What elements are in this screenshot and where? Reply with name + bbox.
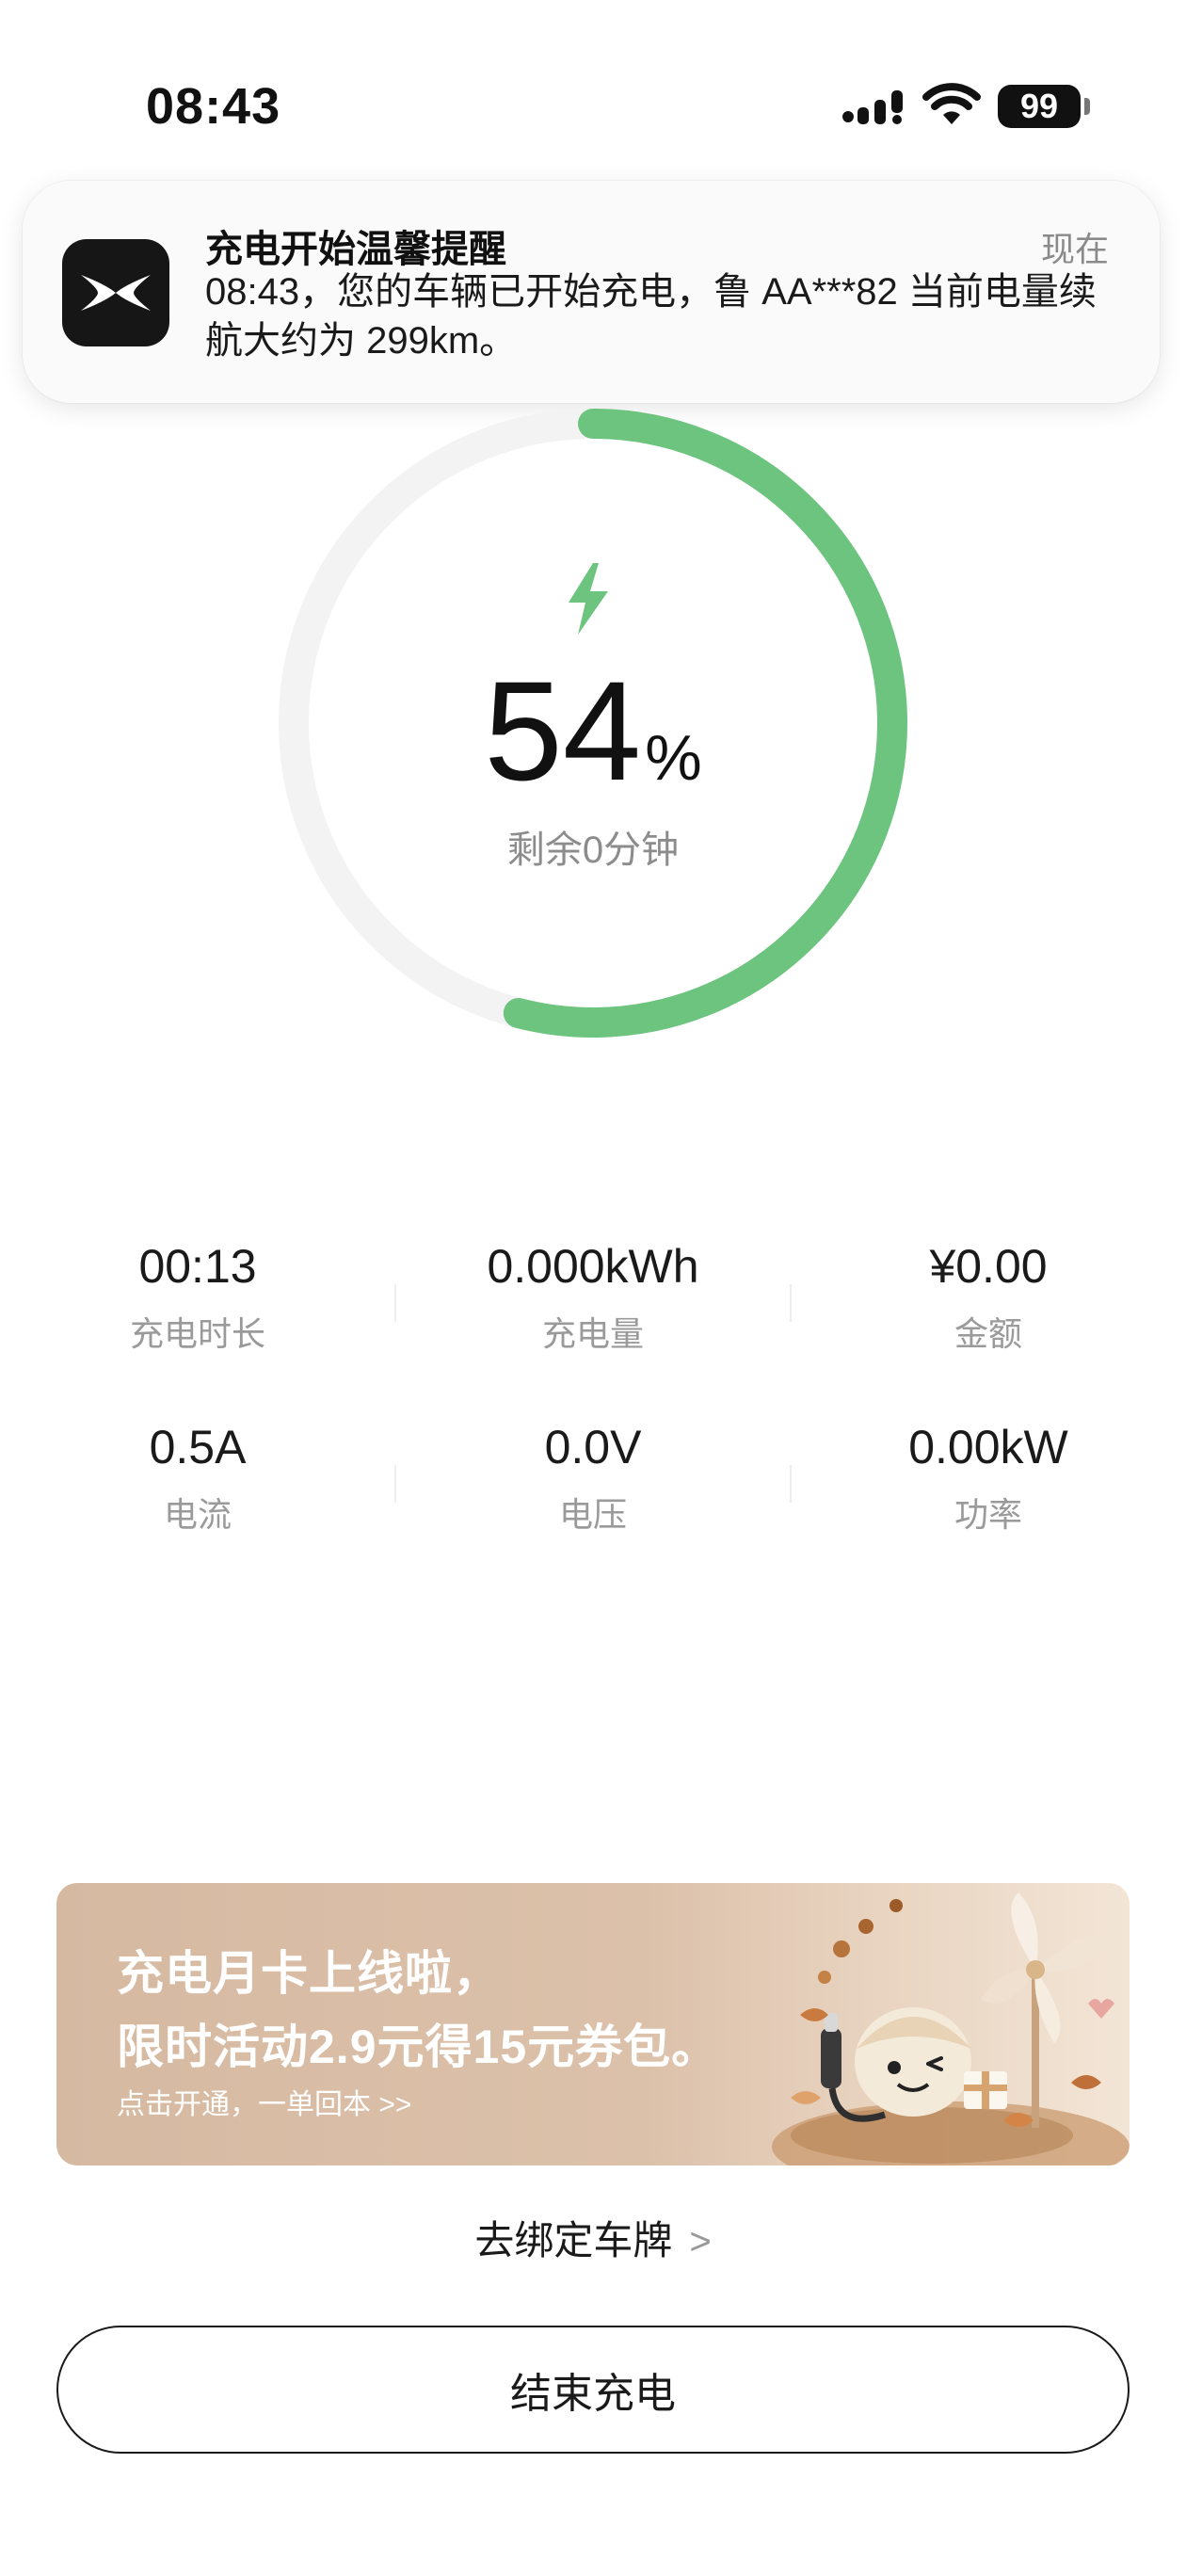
notification-body: 08:43，您的车辆已开始充电，鲁 AA***82 当前电量续航大约为 299k… <box>205 271 1097 362</box>
stat-amount: ¥0.00 金额 <box>791 1239 1186 1356</box>
stat-energy: 0.000kWh 充电量 <box>395 1239 791 1356</box>
stat-divider <box>790 1284 792 1322</box>
chevron-right-icon: > <box>689 2221 712 2262</box>
promo-offer: 限时活动2.9元得15元券包。 <box>117 2021 720 2073</box>
stat-duration-label: 充电时长 <box>129 1314 265 1353</box>
stat-voltage-value: 0.0V <box>544 1421 642 1473</box>
stat-power: 0.00kW 功率 <box>791 1420 1186 1537</box>
notification-time: 现在 <box>1040 230 1109 268</box>
notification-banner[interactable]: 充电开始温馨提醒 现在 08:43，您的车辆已开始充电，鲁 AA***82 当前… <box>23 181 1160 403</box>
stat-current-value: 0.5A <box>149 1421 247 1473</box>
app-logo-icon <box>62 239 169 346</box>
battery-percentage-value: 54 <box>484 652 642 810</box>
stat-divider <box>394 1284 396 1322</box>
stat-current-label: 电流 <box>163 1495 232 1534</box>
stat-duration: 00:13 充电时长 <box>0 1239 395 1356</box>
promo-banner[interactable]: 充电月卡上线啦， 限时活动2.9元得15元券包。 点击开通，一单回本 >> <box>56 1883 1130 2165</box>
bind-plate-link[interactable]: 去绑定车牌 > <box>0 2209 1186 2266</box>
cellular-signal-icon <box>842 90 903 124</box>
promo-headline: 充电月卡上线啦， <box>117 1947 501 2000</box>
stat-energy-label: 充电量 <box>541 1314 644 1353</box>
stat-current: 0.5A 电流 <box>0 1420 395 1537</box>
stat-voltage-label: 电压 <box>558 1495 627 1534</box>
status-time: 08:43 <box>146 78 281 135</box>
remaining-time: 剩余0分钟 <box>506 829 680 871</box>
battery-percentage: 54% <box>0 650 1186 813</box>
stat-divider <box>790 1465 792 1503</box>
battery-level: 99 <box>1019 87 1059 125</box>
end-charging-button[interactable]: 结束充电 <box>56 2326 1130 2454</box>
stat-divider <box>394 1465 396 1503</box>
stat-energy-value: 0.000kWh <box>487 1240 699 1293</box>
notification-title: 充电开始温馨提醒 <box>205 229 506 270</box>
bind-plate-label: 去绑定车牌 <box>474 2218 673 2262</box>
battery-cap <box>1084 98 1090 115</box>
percent-unit: % <box>645 722 702 794</box>
stat-duration-value: 00:13 <box>138 1240 257 1293</box>
promo-cta-link[interactable]: 点击开通，一单回本 >> <box>117 2081 411 2122</box>
stat-amount-label: 金额 <box>954 1314 1022 1353</box>
lightning-bolt-icon <box>569 563 608 635</box>
wifi-icon <box>922 83 981 124</box>
stat-power-label: 功率 <box>954 1495 1022 1534</box>
stat-amount-value: ¥0.00 <box>929 1240 1048 1293</box>
mascot-illustration <box>772 1892 1130 2165</box>
stat-voltage: 0.0V 电压 <box>395 1420 791 1537</box>
stat-power-value: 0.00kW <box>908 1421 1068 1473</box>
battery-indicator: 99 <box>998 85 1081 128</box>
